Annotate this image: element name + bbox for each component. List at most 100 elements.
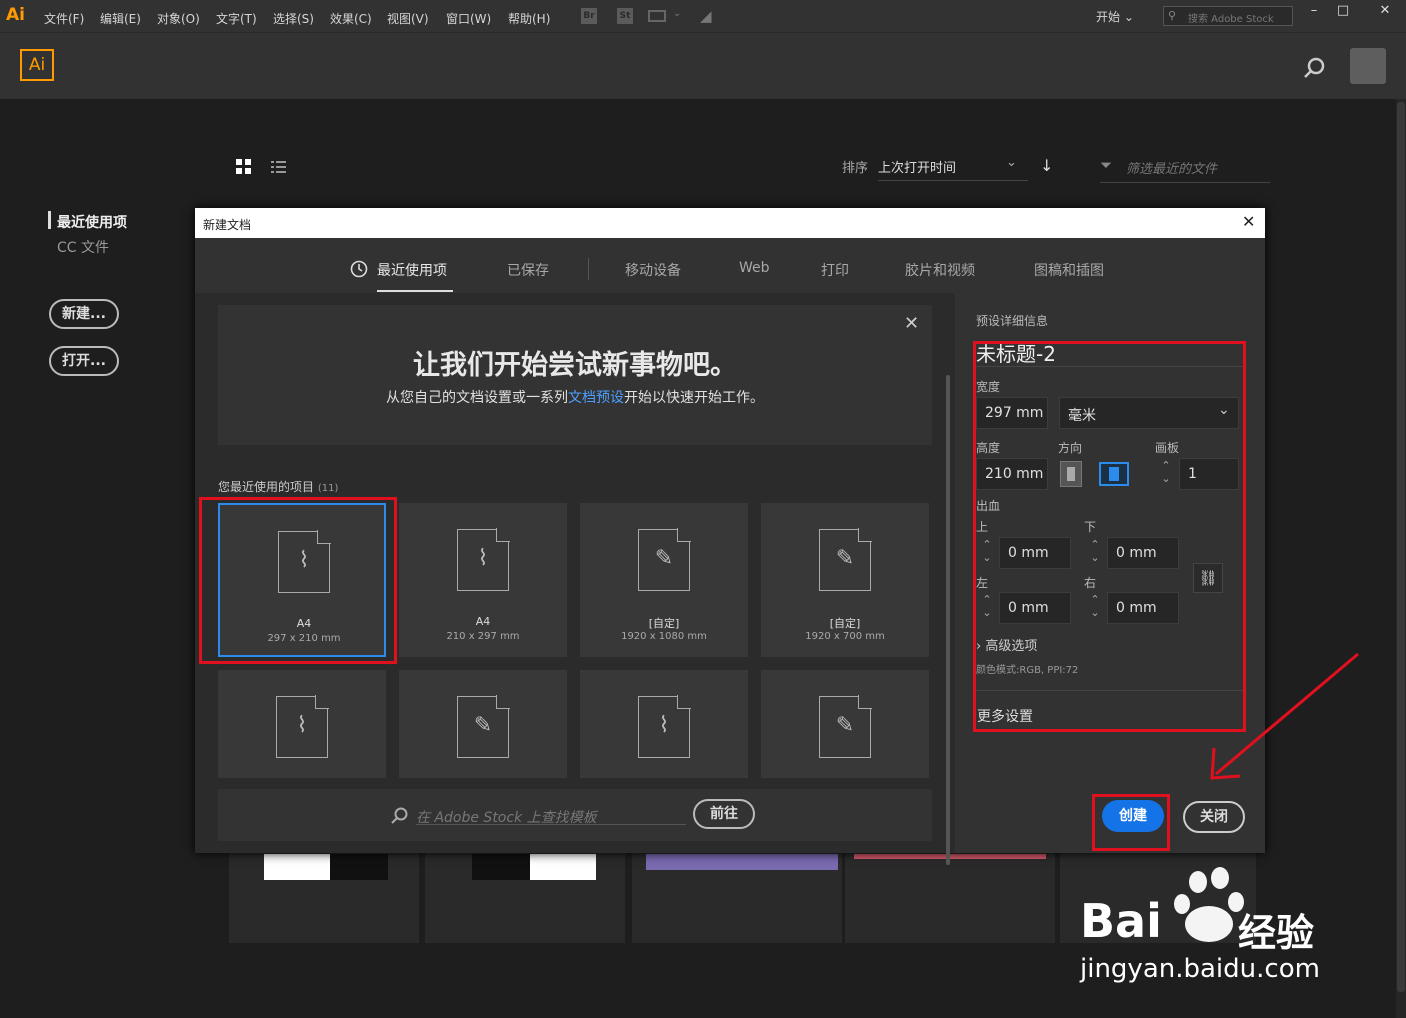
preset-name: A4 [475,615,491,628]
menu-object[interactable]: 对象(O) [157,10,200,27]
artboard-icon: ⌇ [276,695,329,758]
arrange-documents-icon[interactable] [648,10,666,22]
tab-art-illustration[interactable]: 图稿和插图 [1034,260,1104,280]
menu-edit[interactable]: 编辑(E) [100,10,141,27]
presets-scrollbar[interactable] [946,375,950,865]
recent-file-thumbnail [854,854,1046,859]
tab-web[interactable]: Web [739,260,770,276]
annotation-arrow-icon [1210,652,1359,780]
stock-search-input[interactable]: 搜索 Adobe Stock [1163,6,1293,26]
welcome-title: 让我们开始尝试新事物吧。 [413,350,737,381]
recent-file-thumbnail [472,854,530,880]
stock-template-search-input[interactable]: 在 Adobe Stock 上查找模板 [416,807,686,826]
search-icon [391,807,408,824]
custom-document-icon: ✎ [819,528,872,591]
baidu-watermark: Bai 经验 jingyan.baidu.com [1078,866,1338,996]
artboard-icon: ⌇ [638,695,691,758]
tab-print[interactable]: 打印 [821,260,849,280]
app-logo-small: Ai [6,5,25,25]
annotation-highlight-box [199,497,397,664]
preset-dims: 1920 x 1080 mm [621,631,707,642]
menu-type[interactable]: 文字(T) [216,10,257,27]
new-button[interactable]: 新建... [49,299,119,329]
maximize-button[interactable]: □ [1331,3,1355,21]
tab-recent[interactable]: 最近使用项 [377,260,447,280]
avatar[interactable] [1350,48,1386,84]
baidu-jingyan: 经验 [1238,911,1315,955]
menu-window[interactable]: 窗口(W) [446,10,491,27]
gpu-performance-icon[interactable]: ◢ [700,7,712,25]
recent-items-label: 您最近使用的项目 (11) [218,478,338,495]
list-view-icon[interactable] [271,160,287,174]
scrollbar-thumb[interactable] [1397,102,1405,992]
preset-dims: 210 x 297 mm [446,631,520,642]
tab-active-underline [377,290,453,292]
banner-close-icon[interactable]: ✕ [904,313,919,334]
tab-film-video[interactable]: 胶片和视频 [905,260,975,280]
welcome-subtitle: 从您自己的文档设置或一系列文档预设开始以快速开始工作。 [218,387,932,407]
recent-file-tile[interactable] [845,853,1055,943]
custom-document-icon: ✎ [457,695,510,758]
menu-file[interactable]: 文件(F) [44,10,84,27]
tab-saved[interactable]: 已保存 [507,260,549,280]
annotation-highlight-box [1092,794,1170,851]
tab-mobile[interactable]: 移动设备 [625,260,681,280]
recent-file-thumbnail [330,854,388,880]
preset-card[interactable]: ✎ [399,670,567,778]
welcome-sub-text: 开始以快速开始工作。 [624,390,764,406]
filter-icon: ⏷ [1100,156,1113,174]
sort-direction-icon[interactable]: ↓ [1040,156,1053,175]
preset-card[interactable]: ⌇ A4 210 x 297 mm [399,503,567,657]
app-bar [0,33,1406,99]
sort-value: 上次打开时间 [878,161,957,176]
dialog-title: 新建文档 [195,208,1265,238]
preset-name: [自定] [648,617,680,630]
menu-help[interactable]: 帮助(H) [508,10,550,27]
menu-select[interactable]: 选择(S) [273,10,314,27]
stock-icon[interactable]: St [617,8,633,24]
chevron-down-icon: ⌄ [1123,10,1134,24]
menu-bar: Ai 文件(F) 编辑(E) 对象(O) 文字(T) 选择(S) 效果(C) 视… [0,0,1406,33]
welcome-banner: 让我们开始尝试新事物吧。 从您自己的文档设置或一系列文档预设开始以快速开始工作。… [218,305,932,445]
menu-effect[interactable]: 效果(C) [330,10,372,27]
baidu-url: jingyan.baidu.com [1080,954,1320,984]
bridge-icon[interactable]: Br [581,8,597,24]
preset-dims: 1920 x 700 mm [805,631,885,642]
document-presets-link[interactable]: 文档预设 [568,390,624,406]
filter-placeholder: 筛选最近的文件 [1126,162,1218,177]
sidebar-item-cc-files[interactable]: CC 文件 [57,237,109,257]
artboard-icon: ⌇ [457,528,510,591]
search-icon[interactable] [1302,55,1328,81]
filter-field[interactable]: ⏷ 筛选最近的文件 [1100,151,1270,183]
custom-document-icon: ✎ [638,528,691,591]
menu-view[interactable]: 视图(V) [387,10,429,27]
nav-active-indicator [48,211,51,229]
preset-tabs: 最近使用项 已保存 移动设备 Web 打印 胶片和视频 图稿和插图 [195,238,1265,293]
minimize-button[interactable]: – [1302,3,1326,21]
window-close-button[interactable]: ✕ [1368,3,1402,21]
custom-document-icon: ✎ [819,695,872,758]
stock-go-button[interactable]: 前往 [693,799,755,829]
workspace-switcher[interactable]: 开始 ⌄ [1096,8,1134,25]
preset-card[interactable]: ✎ [自定] 1920 x 1080 mm [580,503,748,657]
tab-divider [588,258,589,280]
grid-view-icon[interactable] [236,159,252,175]
dialog-close-icon[interactable]: ✕ [1242,212,1255,231]
preset-card[interactable]: ✎ [自定] 1920 x 700 mm [761,503,929,657]
baidu-brand: Bai [1080,894,1162,948]
sort-dropdown[interactable]: 上次打开时间 ⌄ [878,151,1028,181]
sidebar-item-recent[interactable]: 最近使用项 [57,212,127,232]
preset-card[interactable]: ✎ [761,670,929,778]
app-logo: Ai [20,49,54,81]
preset-card[interactable]: ⌇ [218,670,386,778]
preset-card[interactable]: ⌇ [580,670,748,778]
search-icon: ⚲ [1168,9,1177,22]
stock-templates-bar: 在 Adobe Stock 上查找模板 前往 [218,789,932,841]
welcome-sub-text: 从您自己的文档设置或一系列 [386,390,568,406]
chevron-down-icon[interactable]: ⌄ [673,8,681,19]
workspace-label: 开始 [1096,10,1121,24]
sort-label: 排序 [842,161,869,176]
recent-items-count: (11) [317,483,339,494]
open-button[interactable]: 打开... [49,346,119,376]
close-button[interactable]: 关闭 [1183,801,1245,833]
